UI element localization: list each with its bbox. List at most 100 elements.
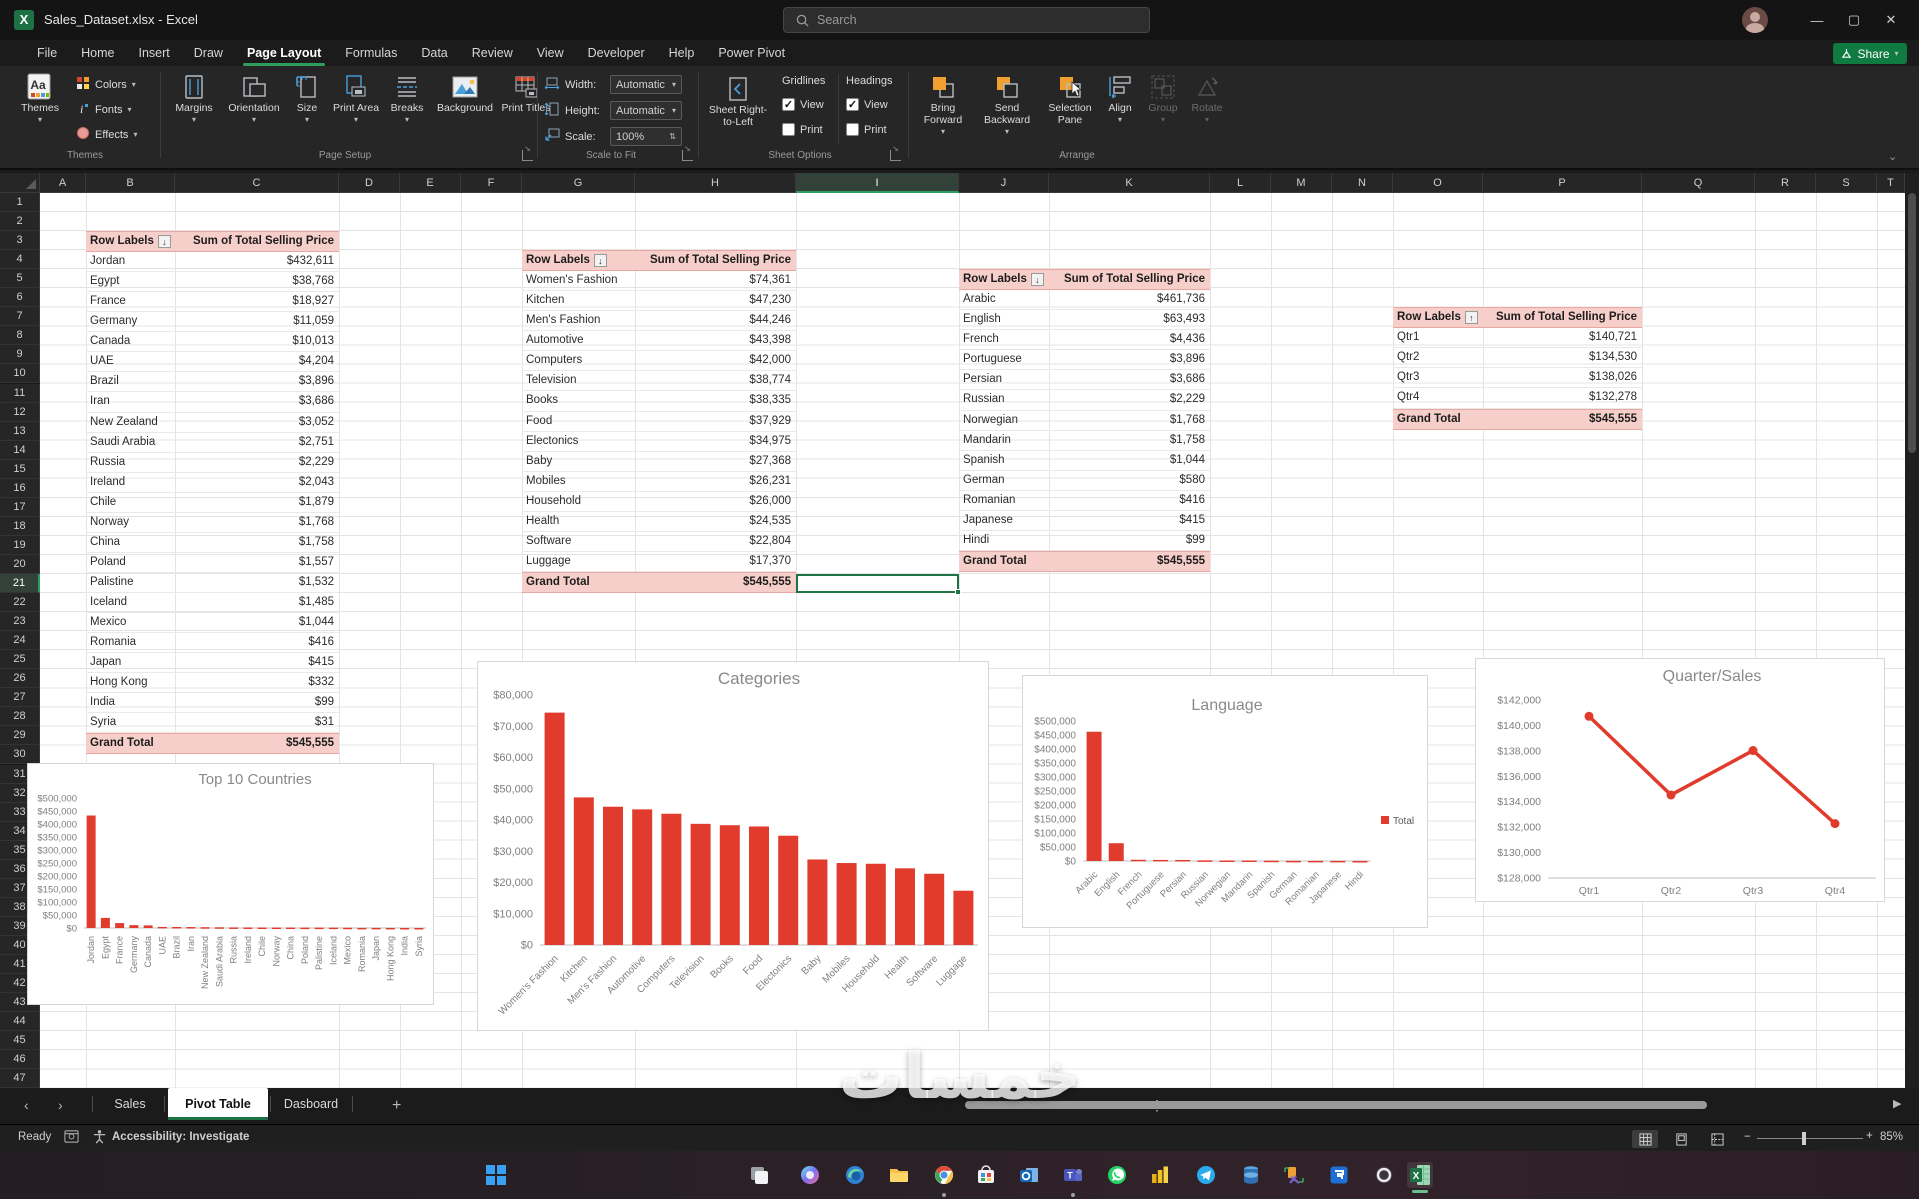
sheet-nav-left-icon[interactable]: ‹ — [24, 1097, 29, 1113]
pivot-value-cell[interactable]: $545,555 — [1049, 552, 1210, 571]
pivot-label-cell[interactable]: German — [959, 471, 1049, 490]
row-header-15[interactable]: 15 — [0, 459, 40, 479]
pivot-value-cell[interactable]: $140,721 — [1483, 328, 1642, 347]
row-header-7[interactable]: 7 — [0, 307, 40, 327]
pivot-value-cell[interactable]: $10,013 — [175, 332, 339, 351]
sheet-nav-right-icon[interactable]: › — [58, 1097, 63, 1113]
row-header-30[interactable]: 30 — [0, 745, 40, 765]
zoom-in-button[interactable]: + — [1866, 1130, 1873, 1142]
close-button[interactable]: ✕ — [1873, 0, 1909, 40]
copilot-icon[interactable] — [797, 1162, 823, 1188]
title-search-box[interactable]: Search — [783, 7, 1150, 33]
pivot-value-cell[interactable]: $17,370 — [635, 552, 796, 571]
ribbon-headings-view-checkbox[interactable]: ✓ View — [846, 98, 888, 111]
chart-quarter-sales[interactable]: Quarter/Sales $142,000 $140,000 $138,000 $13… — [1475, 658, 1885, 902]
ribbon-height--dropdown[interactable]: Automatic ▾ — [610, 101, 682, 120]
pivot-value-cell[interactable]: $4,436 — [1049, 330, 1210, 349]
ribbon-align-button[interactable]: Align ▾ — [1100, 72, 1140, 126]
row-header-46[interactable]: 46 — [0, 1050, 40, 1070]
pivot-value-cell[interactable]: $3,052 — [175, 413, 339, 432]
ribbon-size-button[interactable]: Size ▾ — [286, 72, 328, 126]
hscroll-right-arrow-icon[interactable]: ▶ — [1893, 1097, 1901, 1110]
column-header-C[interactable]: C — [175, 173, 339, 193]
pivot-label-cell[interactable]: China — [86, 533, 175, 552]
vertical-scrollbar[interactable] — [1905, 173, 1919, 1089]
zoom-out-button[interactable]: − — [1744, 1131, 1751, 1143]
pivot-label-cell[interactable]: Palistine — [86, 573, 175, 592]
pivot-label-cell[interactable]: France — [86, 292, 175, 311]
pivot-label-cell[interactable]: Household — [522, 492, 635, 511]
themes-button[interactable]: Aa Themes ▾ — [16, 72, 64, 126]
sort-filter-button[interactable]: ↓ — [1030, 272, 1044, 286]
pivot-label-cell[interactable]: Mandarin — [959, 431, 1049, 450]
new-sheet-button[interactable]: + — [392, 1097, 401, 1115]
pivot-label-cell[interactable]: Hong Kong — [86, 673, 175, 692]
horizontal-scrollbar-thumb[interactable] — [965, 1101, 1707, 1109]
menu-tab-draw[interactable]: Draw — [182, 40, 235, 66]
pivot-value-cell[interactable]: $1,044 — [1049, 451, 1210, 470]
pivot-value-cell[interactable]: $138,026 — [1483, 368, 1642, 387]
column-header-T[interactable]: T — [1877, 173, 1905, 193]
row-header-26[interactable]: 26 — [0, 669, 40, 689]
ribbon-print-area-button[interactable]: Print Area ▾ — [330, 72, 382, 126]
pivot-label-cell[interactable]: Food — [522, 412, 635, 431]
column-header-N[interactable]: N — [1332, 173, 1393, 193]
pivot-label-cell[interactable]: Grand Total — [959, 552, 1049, 571]
pivot-value-cell[interactable]: $26,231 — [635, 472, 796, 491]
pivot-value-cell[interactable]: $1,758 — [1049, 431, 1210, 450]
pivot-value-cell[interactable]: $74,361 — [635, 271, 796, 290]
pivot-value-cell[interactable]: $99 — [175, 693, 339, 712]
pivot-label-cell[interactable]: Syria — [86, 713, 175, 732]
pivot-label-cell[interactable]: Computers — [522, 351, 635, 370]
pivot-value-cell[interactable]: $2,751 — [175, 433, 339, 452]
pivot-label-cell[interactable]: Saudi Arabia — [86, 433, 175, 452]
pivot-label-cell[interactable]: Qtr2 — [1393, 348, 1483, 367]
pivot-value-cell[interactable]: $47,230 — [635, 291, 796, 310]
pivot-label-cell[interactable]: Romanian — [959, 491, 1049, 510]
ribbon-bring-forward-button[interactable]: Bring Forward ▾ — [914, 72, 972, 138]
pivot-label-cell[interactable]: Women's Fashion — [522, 271, 635, 290]
pivot-label-cell[interactable]: Qtr4 — [1393, 388, 1483, 407]
pivot-label-cell[interactable]: Norway — [86, 513, 175, 532]
pivot-label-cell[interactable]: Row Labels ↓ — [522, 251, 635, 270]
row-header-10[interactable]: 10 — [0, 364, 40, 384]
column-header-H[interactable]: H — [635, 173, 796, 193]
row-header-17[interactable]: 17 — [0, 497, 40, 517]
select-all-corner[interactable] — [0, 173, 40, 193]
pivot-label-cell[interactable]: Canada — [86, 332, 175, 351]
row-header-22[interactable]: 22 — [0, 593, 40, 613]
pivot-value-cell[interactable]: $415 — [175, 653, 339, 672]
column-header-B[interactable]: B — [86, 173, 175, 193]
pivot-value-cell[interactable]: $38,768 — [175, 272, 339, 291]
pivot-label-cell[interactable]: French — [959, 330, 1049, 349]
pivot-label-cell[interactable]: Software — [522, 532, 635, 551]
dialog-launcher-icon[interactable] — [522, 144, 533, 161]
pivot-value-cell[interactable]: $580 — [1049, 471, 1210, 490]
file-explorer-icon[interactable] — [886, 1162, 912, 1188]
column-header-A[interactable]: A — [40, 173, 86, 193]
row-header-6[interactable]: 6 — [0, 288, 40, 308]
pivot-label-cell[interactable]: Romania — [86, 633, 175, 652]
row-header-47[interactable]: 47 — [0, 1069, 40, 1089]
zoom-level[interactable]: 85% — [1880, 1131, 1903, 1143]
pivot-label-cell[interactable]: Persian — [959, 370, 1049, 389]
ribbon-colors-button[interactable]: Colors ▾ — [76, 76, 136, 93]
column-header-S[interactable]: S — [1816, 173, 1877, 193]
column-header-O[interactable]: O — [1393, 173, 1483, 193]
pivot-value-cell[interactable]: $42,000 — [635, 351, 796, 370]
dialog-launcher-icon[interactable] — [682, 144, 693, 161]
row-header-25[interactable]: 25 — [0, 650, 40, 670]
pivot-label-cell[interactable]: Automotive — [522, 331, 635, 350]
pivot-label-cell[interactable]: Books — [522, 391, 635, 410]
pivot-value-cell[interactable]: $2,229 — [175, 453, 339, 472]
pivot-value-cell[interactable]: $11,059 — [175, 312, 339, 331]
ribbon-sheet-right-to-left-button[interactable]: Sheet Right-to-Left — [706, 74, 770, 128]
dev-tools-icon[interactable] — [1281, 1162, 1307, 1188]
pivot-value-cell[interactable]: $461,736 — [1049, 290, 1210, 309]
pivot-label-cell[interactable]: Grand Total — [1393, 410, 1483, 429]
pivot-value-cell[interactable]: $545,555 — [635, 573, 796, 592]
menu-tab-review[interactable]: Review — [460, 40, 525, 66]
pivot-value-cell[interactable]: $1,768 — [175, 513, 339, 532]
pivot-value-cell[interactable]: $4,204 — [175, 352, 339, 371]
pivot-label-cell[interactable]: Egypt — [86, 272, 175, 291]
